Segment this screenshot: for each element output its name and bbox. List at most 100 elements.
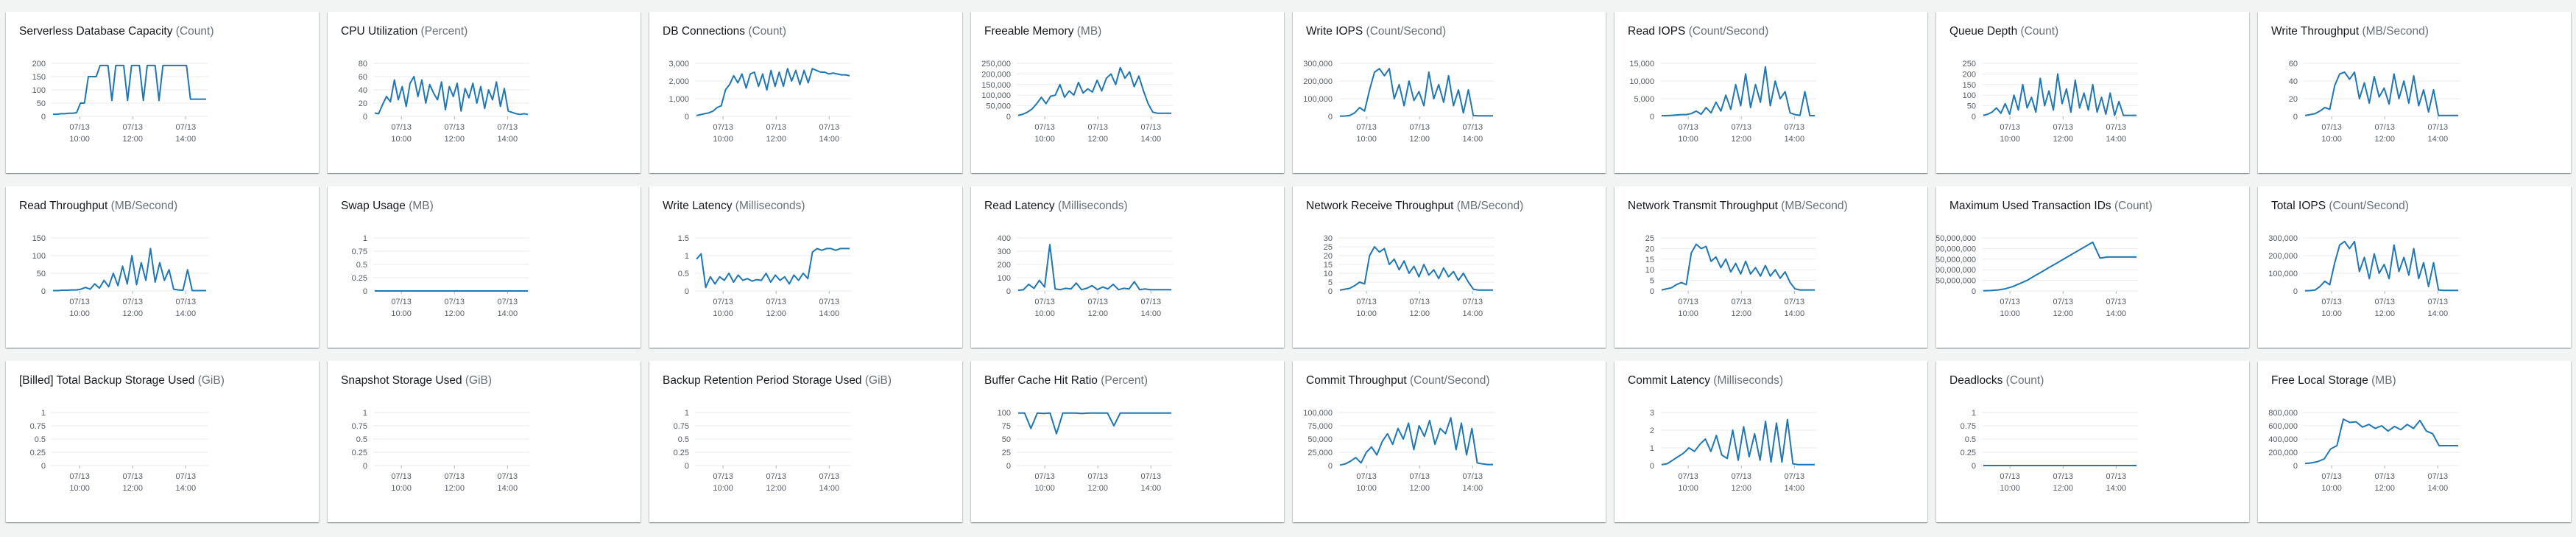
- x-tick-date: 07/13: [1785, 472, 1805, 481]
- y-tick-label: 2: [1650, 427, 1654, 435]
- metric-series-line[interactable]: [2304, 71, 2458, 116]
- metric-chart[interactable]: 1 0.75 0.5 0.25 0 07/13 10:00 07/13 12:00 07/13 14…: [328, 361, 641, 522]
- metric-widget[interactable]: Swap Usage (MB) 1 0.75 0.5 0.25 0 07/13 10:00 07…: [328, 186, 641, 348]
- metric-series-line[interactable]: [1661, 418, 1815, 466]
- y-tick-label: 20: [359, 99, 367, 108]
- x-tick-date: 07/13: [391, 472, 412, 481]
- metric-widget[interactable]: Freeable Memory (MB) 250,000 200,000 150,00…: [971, 12, 1284, 173]
- y-tick-label: 5: [1328, 278, 1333, 287]
- metric-widget[interactable]: Network Receive Throughput (MB/Second) 30…: [1293, 186, 1606, 348]
- metric-series-line[interactable]: [696, 68, 850, 116]
- metric-widget[interactable]: Buffer Cache Hit Ratio (Percent) 100 75 50 2…: [971, 361, 1284, 522]
- x-tick-date: 07/13: [2106, 123, 2127, 132]
- metric-chart[interactable]: 800,000 600,000 400,000 200,000 0 07/13 10:00 0…: [2258, 361, 2571, 522]
- metric-series-line[interactable]: [1017, 66, 1171, 116]
- y-tick-label: 100,000: [1303, 409, 1333, 418]
- y-tick-label: 5: [1650, 277, 1654, 286]
- x-tick-date: 07/13: [1141, 298, 1162, 306]
- y-tick-label: 1,000: [668, 95, 689, 104]
- metric-widget[interactable]: Queue Depth (Count) 250 200 150 100 50 0 07/13 1…: [1936, 12, 2249, 173]
- metric-series-line[interactable]: [696, 248, 850, 289]
- metric-widget[interactable]: Write Latency (Milliseconds) 1.5 1 0.5 0 07/1…: [649, 186, 962, 348]
- metric-series-line[interactable]: [1339, 417, 1493, 466]
- metric-chart[interactable]: 15,000 10,000 5,000 0 07/13 10:00 07/13 12:00 07…: [1615, 12, 1927, 173]
- x-tick-date: 07/13: [122, 472, 143, 481]
- metric-series-line[interactable]: [53, 248, 206, 292]
- metric-widget[interactable]: Deadlocks (Count) 1 0.75 0.5 0.25 0 07/13 10:00…: [1936, 361, 2249, 522]
- metric-series-line[interactable]: [1983, 73, 2136, 116]
- metric-widget[interactable]: CPU Utilization (Percent) 80 60 40 20 0 07/13 1…: [328, 12, 641, 173]
- metric-chart[interactable]: 1 0.75 0.5 0.25 0 07/13 10:00 07/13 12:00 07/13 14…: [1936, 361, 2249, 522]
- metric-chart[interactable]: 400 300 200 100 0 07/13 10:00 07/13 12:00 07/13 14…: [971, 186, 1284, 348]
- x-tick-time: 12:00: [122, 484, 143, 493]
- metric-widget[interactable]: DB Connections (Count) 3,000 2,000 1,000 0 07…: [649, 12, 962, 173]
- x-tick-date: 07/13: [2428, 298, 2449, 306]
- metric-widget[interactable]: Commit Latency (Milliseconds) 3 2 1 0 07/13 10…: [1615, 361, 1927, 522]
- x-tick-date: 07/13: [2321, 298, 2342, 306]
- y-tick-label: 0: [1328, 462, 1333, 471]
- metric-chart[interactable]: 100 75 50 25 0 07/13 10:00 07/13 12:00 07/13 14:00: [971, 361, 1284, 522]
- x-tick-time: 14:00: [1463, 484, 1483, 493]
- y-tick-label: 100,000: [981, 91, 1011, 100]
- metric-chart[interactable]: 1 0.75 0.5 0.25 0 07/13 10:00 07/13 12:00 07/13 14…: [328, 186, 641, 348]
- metric-widget[interactable]: Read Latency (Milliseconds) 400 300 200 100 0…: [971, 186, 1284, 348]
- metric-widget[interactable]: Maximum Used Transaction IDs (Count)250,…: [1936, 186, 2249, 348]
- metric-widget[interactable]: Write IOPS (Count/Second) 300,000 200,000 1…: [1293, 12, 1606, 173]
- metric-widget[interactable]: Write Throughput (MB/Second) 60 40 20 0 07/13…: [2258, 12, 2571, 173]
- x-tick-date: 07/13: [1785, 298, 1805, 306]
- y-tick-label: 1: [363, 234, 367, 243]
- y-tick-label: 0: [2293, 113, 2298, 122]
- metric-widget[interactable]: Total IOPS (Count/Second) 300,000 200,000 1…: [2258, 186, 2571, 348]
- metric-widget[interactable]: Network Transmit Throughput (MB/Second) 2…: [1615, 186, 1927, 348]
- metric-widget[interactable]: Free Local Storage (MB) 800,000 600,000 400…: [2258, 361, 2571, 522]
- metric-chart[interactable]: 250,000200,000 150,000100,000 50,000 0 07/13…: [971, 12, 1284, 173]
- y-tick-label: 20: [1324, 252, 1333, 261]
- y-tick-label: 50: [37, 99, 46, 108]
- metric-chart[interactable]: 250,000,000 200,000,000 150,000,000 100,000…: [1936, 186, 2249, 348]
- y-tick-label: 0: [1650, 287, 1654, 296]
- x-tick-time: 12:00: [444, 135, 465, 144]
- metric-series-line[interactable]: [1983, 241, 2136, 292]
- metric-chart[interactable]: 250200 150100 50 0 07/13 10:00 07/13 12:00 07/13…: [1936, 12, 2249, 173]
- metric-chart[interactable]: 150 100 50 0 07/13 10:00 07/13 12:00 07/13 14:00: [6, 186, 319, 348]
- y-tick-label: 300: [998, 248, 1011, 256]
- metric-chart[interactable]: 3 2 1 0 07/13 10:00 07/13 12:00 07/13 14:00: [1615, 361, 1927, 522]
- metric-chart[interactable]: 1 0.75 0.5 0.25 0 07/13 10:00 07/13 12:00 07/13 14…: [6, 361, 319, 522]
- x-tick-date: 07/13: [2374, 298, 2395, 306]
- metric-chart[interactable]: 60 40 20 0 07/13 10:00 07/13 12:00 07/13 14:00: [2258, 12, 2571, 173]
- metric-series-line[interactable]: [1662, 66, 1815, 116]
- metric-chart[interactable]: 1.5 1 0.5 0 07/13 10:00 07/13 12:00 07/13 14:00: [649, 186, 962, 348]
- y-tick-label: 0: [41, 462, 46, 471]
- metric-widget[interactable]: Serverless Database Capacity (Count) 200 1…: [6, 12, 319, 173]
- metric-series-line[interactable]: [1339, 246, 1493, 291]
- x-tick-time: 10:00: [2321, 309, 2342, 318]
- metric-chart[interactable]: 200 150 100 50 0 07/13 10:00 07/13 12:00 07/13 14:…: [6, 12, 319, 173]
- metric-widget[interactable]: Backup Retention Period Storage Used (Gi…: [649, 361, 962, 522]
- metric-series-line[interactable]: [1018, 412, 1171, 435]
- metric-widget[interactable]: Read IOPS (Count/Second) 15,000 10,000 5,00…: [1615, 12, 1927, 173]
- x-tick-time: 12:00: [444, 484, 465, 493]
- metric-chart[interactable]: 100,000 75,000 50,000 25,000 0 07/13 10:00 07/1…: [1293, 361, 1606, 522]
- metric-widget[interactable]: Snapshot Storage Used (GiB) 1 0.75 0.5 0.25 0…: [328, 361, 641, 522]
- y-tick-label: 200,000: [2268, 252, 2298, 261]
- metric-chart[interactable]: 1 0.75 0.5 0.25 0 07/13 10:00 07/13 12:00 07/13 14…: [649, 361, 962, 522]
- metric-series-line[interactable]: [2304, 240, 2458, 292]
- y-tick-label: 300,000: [1303, 60, 1333, 69]
- y-tick-label: 0: [1328, 113, 1333, 122]
- y-tick-label: 0: [2293, 462, 2298, 471]
- x-tick-time: 10:00: [1034, 484, 1055, 493]
- metric-chart[interactable]: 3,000 2,000 1,000 0 07/13 10:00 07/13 12:00 07/1…: [649, 12, 962, 173]
- metric-chart[interactable]: 300,000 200,000 100,000 0 07/13 10:00 07/13 12:…: [2258, 186, 2571, 348]
- metric-chart[interactable]: 300,000 200,000 100,000 0 07/13 10:00 07/13 12:…: [1293, 12, 1606, 173]
- metric-widget[interactable]: Commit Throughput (Count/Second) 100,000 7…: [1293, 361, 1606, 522]
- metric-series-line[interactable]: [1339, 68, 1493, 117]
- metric-series-line[interactable]: [374, 76, 529, 116]
- y-tick-label: 50,000: [986, 102, 1011, 111]
- metric-chart[interactable]: 80 60 40 20 0 07/13 10:00 07/13 12:00 07/13 14:00: [328, 12, 641, 173]
- metric-chart[interactable]: 25 20 15 10 50 07/13 10:00 07/13 12:00 07/13 14:00: [1615, 186, 1927, 348]
- metric-series-line[interactable]: [1661, 243, 1815, 291]
- y-tick-label: 0: [363, 287, 367, 296]
- metric-widget[interactable]: [Billed] Total Backup Storage Used (GiB)…: [6, 361, 319, 522]
- metric-widget[interactable]: Read Throughput (MB/Second) 150 100 50 0 07/1…: [6, 186, 319, 348]
- metric-chart[interactable]: 302520151050 07/13 10:00 07/13 12:00 07/13 14:…: [1293, 186, 1606, 348]
